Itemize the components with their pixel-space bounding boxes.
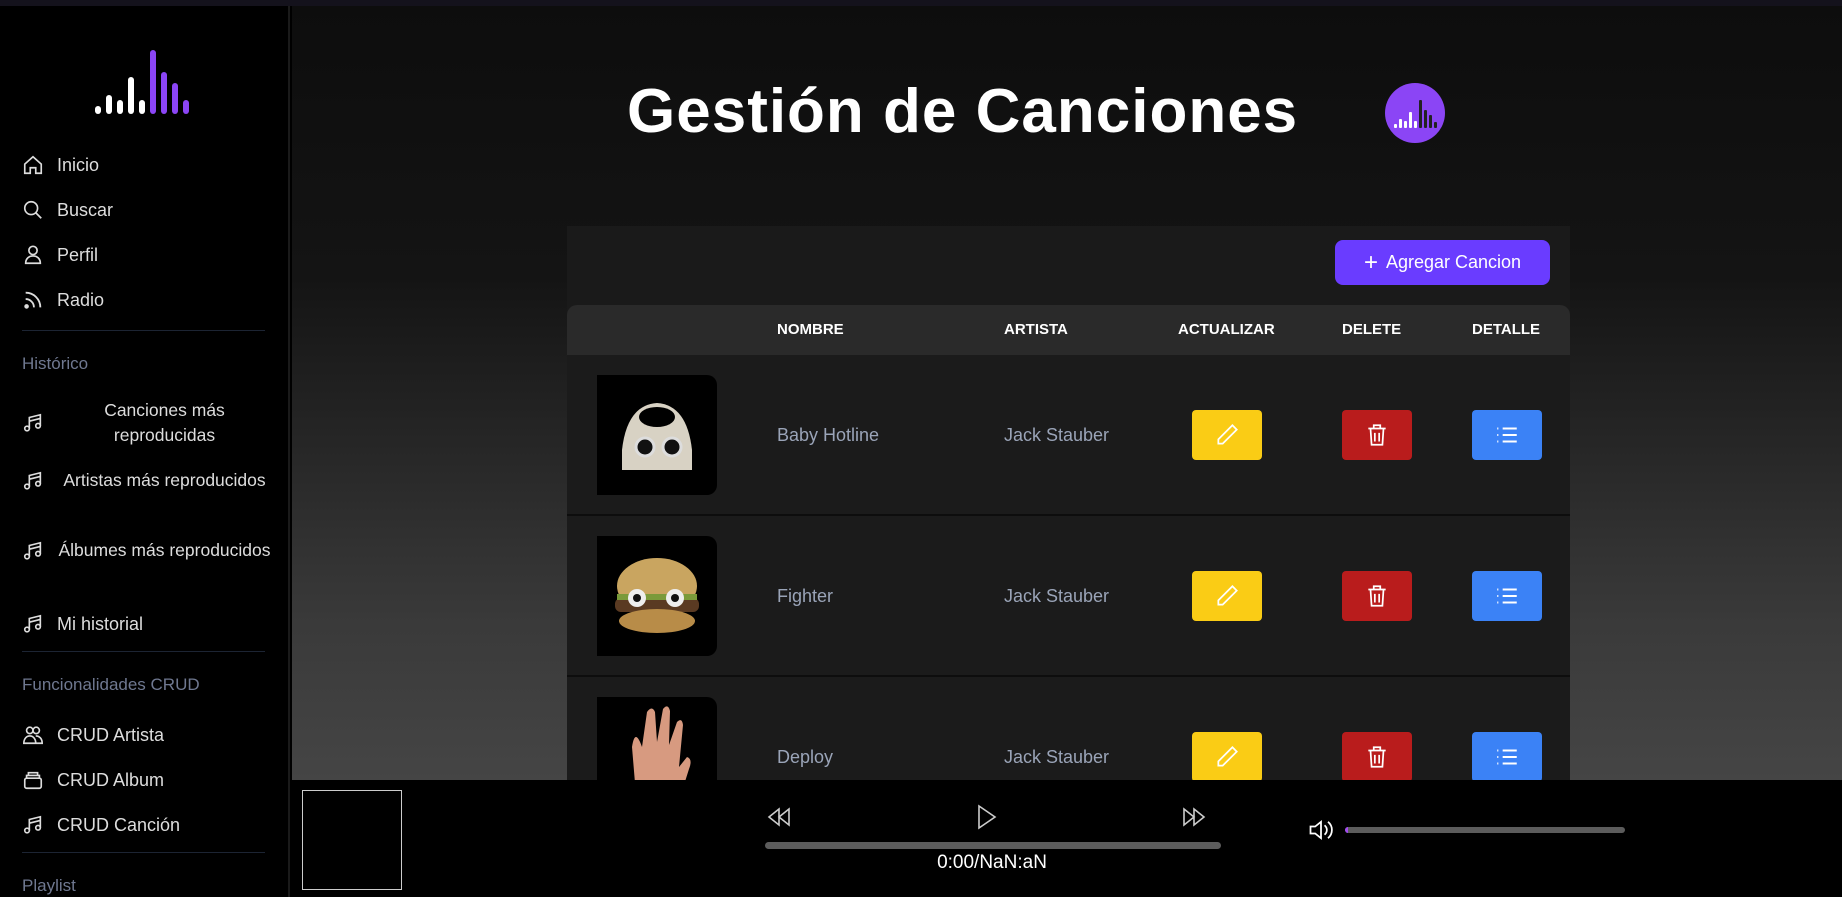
page-title: Gestión de Canciones <box>627 77 1299 146</box>
rewind-button[interactable] <box>764 802 794 832</box>
delete-button[interactable] <box>1342 571 1412 621</box>
column-header-delete: DELETE <box>1342 321 1402 338</box>
users-icon <box>23 726 43 745</box>
pencil-icon <box>1217 585 1238 606</box>
sidebar-item-buscar[interactable]: Buscar <box>22 199 272 221</box>
list-icon <box>1497 749 1517 765</box>
list-icon <box>1497 588 1517 604</box>
rewind-icon <box>767 807 790 827</box>
volume-slider[interactable] <box>1345 827 1625 833</box>
user-icon <box>24 245 42 265</box>
song-artist: Jack Stauber <box>1004 747 1110 767</box>
song-cover-image <box>597 536 717 656</box>
song-name: Fighter <box>777 586 834 606</box>
rss-icon <box>24 291 42 309</box>
sidebar-item-label: CRUD Canción <box>57 814 181 835</box>
sidebar-item-label: Perfil <box>57 244 99 265</box>
delete-button[interactable] <box>1342 732 1412 782</box>
section-title-historico: Histórico <box>22 354 89 373</box>
app-logo[interactable] <box>95 50 189 114</box>
trash-icon <box>1368 585 1386 607</box>
sidebar-item-label: Radio <box>57 289 105 310</box>
column-header-nombre: NOMBRE <box>777 321 844 338</box>
sidebar-item-inicio[interactable]: Inicio <box>22 154 272 176</box>
volume-level <box>1345 827 1348 833</box>
sidebar-item-label: Mi historial <box>57 613 144 634</box>
volume-button[interactable] <box>1307 816 1335 849</box>
song-artist: Jack Stauber <box>1004 425 1110 445</box>
play-icon <box>978 804 997 830</box>
sidebar-item-label: CRUD Artista <box>57 724 165 745</box>
forward-icon <box>1183 807 1206 827</box>
update-button[interactable] <box>1192 732 1262 782</box>
songs-table: NOMBRE ARTISTA ACTUALIZAR DELETE DETALLE… <box>567 305 1570 838</box>
column-header-detalle: DETALLE <box>1472 321 1541 338</box>
home-icon <box>23 155 43 175</box>
pencil-icon <box>1217 746 1238 767</box>
column-header-actualizar: ACTUALIZAR <box>1178 321 1275 338</box>
music-icon <box>23 815 42 834</box>
table-row: Baby Hotline Jack Stauber <box>567 355 1570 516</box>
music-player: 0:00/NaN:aN <box>292 780 1842 897</box>
sidebar-item-canciones-mas-reproducidas[interactable]: Canciones más reproducidas <box>22 398 272 448</box>
update-button[interactable] <box>1192 571 1262 621</box>
add-song-button[interactable]: + Agregar Cancion <box>1335 240 1550 285</box>
pencil-icon <box>1217 424 1238 445</box>
divider <box>22 651 265 652</box>
detail-button[interactable] <box>1472 732 1542 782</box>
table-header: NOMBRE ARTISTA ACTUALIZAR DELETE DETALLE <box>567 305 1570 355</box>
sidebar-item-label: Canciones más reproducidas <box>104 400 225 445</box>
music-icon <box>23 471 42 490</box>
column-header-artista: ARTISTA <box>1004 321 1068 338</box>
divider <box>22 330 265 331</box>
trash-icon <box>1368 746 1386 768</box>
table-row: Fighter Jack Stauber <box>567 516 1570 677</box>
music-icon <box>23 413 42 432</box>
sidebar-item-artistas-mas-reproducidos[interactable]: Artistas más reproducidos <box>22 468 272 493</box>
song-cover-image <box>597 375 717 495</box>
trash-icon <box>1368 424 1386 446</box>
sidebar-item-perfil[interactable]: Perfil <box>22 244 272 266</box>
update-button[interactable] <box>1192 410 1262 460</box>
music-icon <box>23 541 42 560</box>
sidebar-item-label: CRUD Album <box>57 769 165 790</box>
sidebar: Inicio Buscar Perfil Radio Histórico Can… <box>0 6 290 897</box>
sidebar-item-label: Inicio <box>57 154 100 175</box>
forward-button[interactable] <box>1179 802 1209 832</box>
divider <box>22 852 265 853</box>
volume-icon <box>1309 820 1333 840</box>
sidebar-item-crud-cancion[interactable]: CRUD Canción <box>22 814 272 836</box>
sidebar-item-label: Artistas más reproducidos <box>63 470 266 490</box>
sidebar-item-label: Buscar <box>57 199 114 220</box>
detail-button[interactable] <box>1472 410 1542 460</box>
music-icon <box>23 614 42 633</box>
title-logo-icon <box>1385 83 1445 143</box>
delete-button[interactable] <box>1342 410 1412 460</box>
plus-icon: + <box>1363 248 1378 276</box>
list-icon <box>1497 427 1517 443</box>
add-song-label: Agregar Cancion <box>1385 252 1522 272</box>
section-title-playlist: Playlist <box>22 876 76 895</box>
sidebar-item-label: Álbumes más reproducidos <box>58 540 271 560</box>
search-icon <box>23 200 42 219</box>
sidebar-item-radio[interactable]: Radio <box>22 289 272 311</box>
section-title-crud: Funcionalidades CRUD <box>22 675 200 694</box>
song-artist: Jack Stauber <box>1004 586 1110 606</box>
album-icon <box>23 771 43 790</box>
detail-button[interactable] <box>1472 571 1542 621</box>
song-name: Baby Hotline <box>777 425 880 445</box>
sidebar-item-albumes-mas-reproducidos[interactable]: Álbumes más reproducidos <box>22 538 272 563</box>
sidebar-item-crud-artista[interactable]: CRUD Artista <box>22 724 272 746</box>
play-button[interactable] <box>972 802 1002 832</box>
main-content: Gestión de Canciones + Agregar Cancion N… <box>292 6 1842 838</box>
sidebar-item-crud-album[interactable]: CRUD Album <box>22 769 272 791</box>
time-display: 0:00/NaN:aN <box>937 852 1047 873</box>
progress-bar[interactable] <box>765 842 1221 849</box>
now-playing-cover <box>302 790 402 890</box>
song-name: Deploy <box>777 747 834 767</box>
sidebar-item-mi-historial[interactable]: Mi historial <box>22 613 272 635</box>
